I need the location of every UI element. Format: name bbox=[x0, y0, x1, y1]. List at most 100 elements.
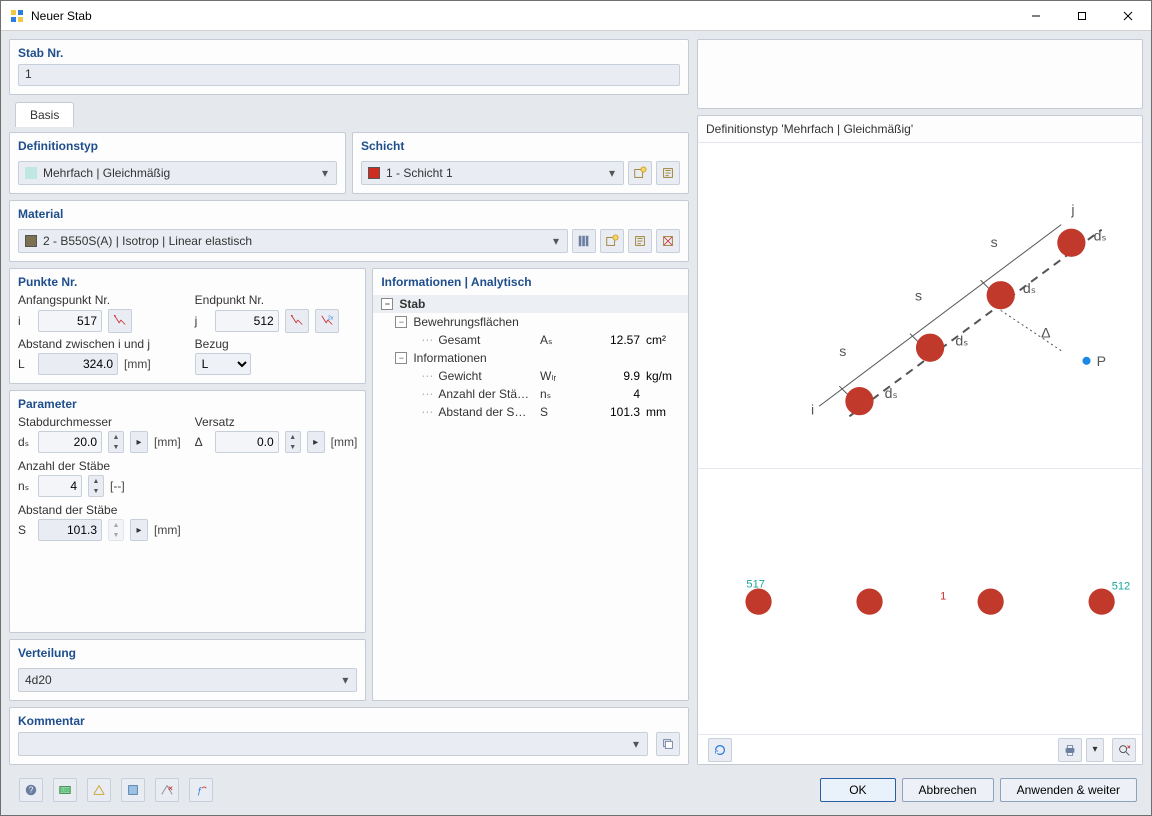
verteilung-value: 4d20 bbox=[25, 673, 338, 687]
endpunkt-pick2-button[interactable]: 2x bbox=[315, 309, 339, 333]
d-input[interactable] bbox=[38, 431, 102, 453]
material-label: Material bbox=[10, 201, 688, 225]
help-button[interactable]: ? bbox=[19, 778, 43, 802]
material-delete-button[interactable] bbox=[656, 229, 680, 253]
svg-text:s: s bbox=[915, 287, 922, 303]
bezug-select[interactable]: L bbox=[195, 353, 251, 375]
ok-button[interactable]: OK bbox=[820, 778, 895, 802]
svg-text:0,00: 0,00 bbox=[60, 788, 70, 794]
anfangspunkt-label: Anfangspunkt Nr. bbox=[18, 293, 181, 307]
s-label: Abstand der Stäbe bbox=[18, 503, 357, 517]
endpunkt-input[interactable] bbox=[215, 310, 279, 332]
n-label: Anzahl der Stäbe bbox=[18, 459, 357, 473]
function-button[interactable]: ƒ bbox=[189, 778, 213, 802]
window-title: Neuer Stab bbox=[31, 9, 92, 23]
stab-nr-input[interactable]: 1 bbox=[18, 64, 680, 86]
remove-button[interactable] bbox=[155, 778, 179, 802]
preview-panel: Definitionstyp 'Mehrfach | Gleichmäßig' bbox=[697, 115, 1143, 765]
kommentar-label: Kommentar bbox=[10, 708, 688, 732]
parameter-label: Parameter bbox=[10, 391, 365, 415]
svg-text:dₛ: dₛ bbox=[1023, 280, 1036, 296]
tabs: Basis bbox=[9, 101, 689, 126]
collapse-icon[interactable]: − bbox=[395, 352, 407, 364]
verteilung-select[interactable]: 4d20 ▾ bbox=[18, 668, 357, 692]
d-prefix: dₛ bbox=[18, 435, 32, 449]
material-swatch bbox=[25, 235, 37, 247]
d-unit: [mm] bbox=[154, 435, 181, 449]
s-more-button[interactable]: ▸ bbox=[130, 519, 148, 541]
collapse-icon[interactable]: − bbox=[381, 298, 393, 310]
def-type-panel: Definitionstyp Mehrfach | Gleichmäßig ▾ bbox=[9, 132, 346, 194]
endpunkt-pick-button[interactable] bbox=[285, 309, 309, 333]
preview-zoom-button[interactable] bbox=[1112, 738, 1136, 762]
material-select[interactable]: 2 - B550S(A) | Isotrop | Linear elastisc… bbox=[18, 229, 568, 253]
apply-next-button[interactable]: Anwenden & weiter bbox=[1000, 778, 1137, 802]
kommentar-input[interactable]: ▾ bbox=[18, 732, 648, 756]
material-edit-button[interactable] bbox=[628, 229, 652, 253]
n-input[interactable] bbox=[38, 475, 82, 497]
kommentar-copy-button[interactable] bbox=[656, 732, 680, 756]
n-prefix: nₛ bbox=[18, 479, 32, 493]
material-new-button[interactable] bbox=[600, 229, 624, 253]
s-input bbox=[38, 519, 102, 541]
minimize-button[interactable] bbox=[1013, 1, 1059, 31]
svg-text:j: j bbox=[1070, 202, 1074, 218]
anfangspunkt-input[interactable] bbox=[38, 310, 102, 332]
d-spinner[interactable]: ▲▼ bbox=[108, 431, 124, 453]
svg-text:?: ? bbox=[29, 786, 34, 795]
distance-value bbox=[38, 353, 118, 375]
preview-render[interactable]: 517 1 512 bbox=[698, 468, 1142, 734]
verteilung-label: Verteilung bbox=[10, 640, 365, 664]
svg-text:1: 1 bbox=[940, 590, 946, 602]
tree-group-stab[interactable]: −Stab bbox=[373, 295, 688, 313]
verteilung-panel: Verteilung 4d20 ▾ bbox=[9, 639, 366, 701]
stab-nr-panel: Stab Nr. 1 bbox=[9, 39, 689, 95]
v-more-button[interactable]: ▸ bbox=[307, 431, 325, 453]
endpunkt-label: Endpunkt Nr. bbox=[195, 293, 358, 307]
svg-text:dₛ: dₛ bbox=[1094, 228, 1107, 244]
punkte-label: Punkte Nr. bbox=[10, 269, 365, 293]
n-unit: [--] bbox=[110, 479, 125, 493]
v-input[interactable] bbox=[215, 431, 279, 453]
schicht-new-button[interactable] bbox=[628, 161, 652, 185]
svg-text:512: 512 bbox=[1112, 580, 1131, 592]
schicht-value: 1 - Schicht 1 bbox=[386, 166, 605, 180]
s-spinner: ▲▼ bbox=[108, 519, 124, 541]
view-button[interactable] bbox=[87, 778, 111, 802]
d-more-button[interactable]: ▸ bbox=[130, 431, 148, 453]
tree-item-ns: ⋯Anzahl der Stä…nₛ4 bbox=[373, 385, 688, 403]
schicht-edit-button[interactable] bbox=[656, 161, 680, 185]
maximize-button[interactable] bbox=[1059, 1, 1105, 31]
kommentar-panel: Kommentar ▾ bbox=[9, 707, 689, 765]
tab-basis[interactable]: Basis bbox=[15, 102, 74, 127]
units-button[interactable]: 0,00 bbox=[53, 778, 77, 802]
def-type-swatch bbox=[25, 167, 37, 179]
chevron-down-icon: ▾ bbox=[549, 234, 563, 248]
chevron-down-icon: ▾ bbox=[605, 166, 619, 180]
material-library-button[interactable] bbox=[572, 229, 596, 253]
parameter-panel: Parameter Stabdurchmesser dₛ ▲▼ ▸ bbox=[9, 390, 366, 633]
close-button[interactable] bbox=[1105, 1, 1151, 31]
cancel-button[interactable]: Abbrechen bbox=[902, 778, 994, 802]
distance-prefix: L bbox=[18, 357, 32, 371]
tree-group-bewehrung[interactable]: −Bewehrungsflächen bbox=[373, 313, 688, 331]
preview-refresh-button[interactable] bbox=[708, 738, 732, 762]
n-spinner[interactable]: ▲▼ bbox=[88, 475, 104, 497]
anfangspunkt-pick-button[interactable] bbox=[108, 309, 132, 333]
collapse-icon[interactable]: − bbox=[395, 316, 407, 328]
def-type-select[interactable]: Mehrfach | Gleichmäßig ▾ bbox=[18, 161, 337, 185]
v-spinner[interactable]: ▲▼ bbox=[285, 431, 301, 453]
schicht-panel: Schicht 1 - Schicht 1 ▾ bbox=[352, 132, 689, 194]
tree-group-info[interactable]: −Informationen bbox=[373, 349, 688, 367]
d-label: Stabdurchmesser bbox=[18, 415, 181, 429]
preview-print-menu[interactable]: ▾ bbox=[1086, 738, 1104, 762]
bottom-toolbar: ? 0,00 ƒ OK Abbrechen Anwenden & weiter bbox=[9, 773, 1143, 807]
def-type-label: Definitionstyp bbox=[10, 133, 345, 157]
preview-title: Definitionstyp 'Mehrfach | Gleichmäßig' bbox=[698, 116, 1142, 142]
distance-label: Abstand zwischen i und j bbox=[18, 337, 181, 351]
schicht-select[interactable]: 1 - Schicht 1 ▾ bbox=[361, 161, 624, 185]
options-button[interactable] bbox=[121, 778, 145, 802]
preview-print-button[interactable] bbox=[1058, 738, 1082, 762]
tree-item-s: ⋯Abstand der S…S101.3mm bbox=[373, 403, 688, 421]
schicht-swatch bbox=[368, 167, 380, 179]
